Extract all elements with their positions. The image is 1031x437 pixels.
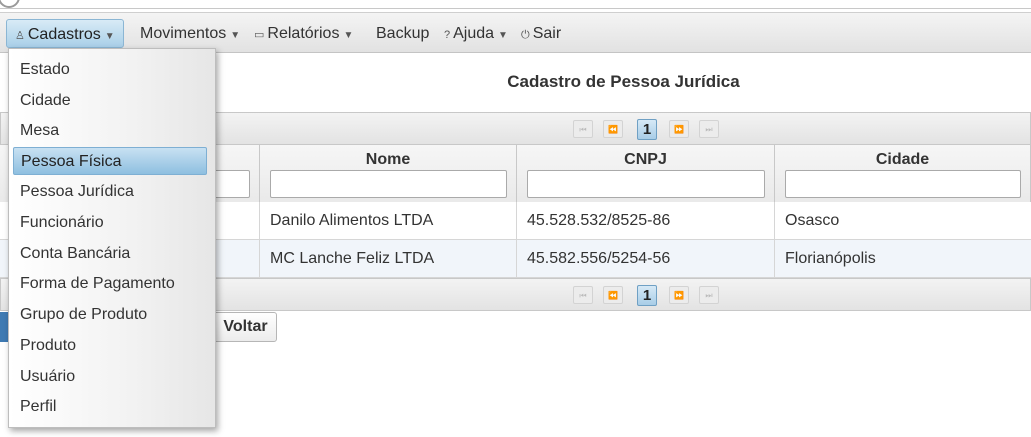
person-icon: ♙ [15, 30, 25, 42]
table-cell-nome: Danilo Alimentos LTDA [260, 202, 517, 239]
menu-item-pessoa-fisica[interactable]: Pessoa Física [13, 147, 207, 175]
menu-item-grupo-de-produto[interactable]: Grupo de Produto [13, 301, 207, 329]
caret-down-icon: ▼ [230, 30, 241, 41]
help-icon: ? [444, 29, 451, 41]
menu-cadastros[interactable]: ♙ Cadastros ▼ [6, 19, 124, 48]
menu-ajuda-label: Ajuda [453, 25, 495, 42]
power-icon: ⏻ [521, 29, 530, 41]
caret-down-icon: ▼ [343, 30, 354, 41]
caret-down-icon: ▼ [104, 31, 115, 42]
column-header-nome[interactable]: Nome [260, 145, 517, 205]
filter-input-nome[interactable] [270, 170, 507, 198]
menu-item-usuario[interactable]: Usuário [13, 363, 207, 391]
caret-down-icon: ▼ [498, 30, 508, 41]
menu-item-conta-bancaria[interactable]: Conta Bancária [13, 240, 207, 268]
filter-input-cnpj[interactable] [527, 170, 765, 198]
menu-item-estado[interactable]: Estado [13, 56, 207, 84]
menu-movimentos[interactable]: Movimentos ▼ [140, 21, 240, 46]
logo-fragment [0, 0, 20, 8]
first-page-button[interactable]: ⏮ [573, 286, 593, 304]
column-header-label: Cidade [875, 151, 930, 168]
menu-relatorios-label: Relatórios [267, 25, 340, 42]
table-cell-nome: MC Lanche Feliz LTDA [260, 240, 517, 277]
menu-item-perfil[interactable]: Perfil [13, 393, 207, 421]
table-cell-cnpj: 45.528.532/8525-86 [517, 202, 775, 239]
menu-backup-label: Backup [376, 25, 430, 42]
prev-page-button[interactable]: ⏪ [603, 286, 623, 304]
menu-item-produto[interactable]: Produto [13, 332, 207, 360]
menu-cadastros-label: Cadastros [27, 26, 101, 43]
page-title: Cadastro de Pessoa Jurídica [507, 72, 740, 91]
menu-item-cidade[interactable]: Cidade [13, 87, 207, 115]
table-cell-cidade: Florianópolis [785, 250, 876, 267]
table-cell-cidade: Osasco [785, 212, 840, 229]
next-page-button[interactable]: ⏩ [669, 286, 689, 304]
column-header-cidade[interactable]: Cidade [775, 145, 1031, 205]
column-header-cnpj[interactable]: CNPJ [517, 145, 775, 205]
prev-page-button[interactable]: ⏪ [603, 120, 623, 138]
filter-input-cidade[interactable] [785, 170, 1021, 198]
menu-sair[interactable]: ⏻ Sair [521, 21, 561, 46]
menu-item-forma-de-pagamento[interactable]: Forma de Pagamento [13, 270, 207, 298]
page-number-button[interactable]: 1 [637, 119, 657, 140]
column-header-label: CNPJ [624, 151, 667, 168]
column-header-label: Nome [365, 151, 411, 168]
cadastros-dropdown-menu: Estado Cidade Mesa Pessoa Física Pessoa … [8, 48, 216, 428]
window-top-strip [0, 0, 1031, 9]
table-cell-cnpj: 45.582.556/5254-56 [517, 240, 775, 277]
last-page-button[interactable]: ⏭ [699, 120, 719, 138]
next-page-button[interactable]: ⏩ [669, 120, 689, 138]
menu-ajuda[interactable]: ? Ajuda ▼ [444, 21, 508, 46]
menubar: ♙ Cadastros ▼ Movimentos ▼ ▭ Relatórios ▼ Bac… [0, 12, 1031, 53]
menu-relatorios[interactable]: ▭ Relatórios ▼ [254, 21, 353, 46]
menu-item-funcionario[interactable]: Funcionário [13, 209, 207, 237]
last-page-button[interactable]: ⏭ [699, 286, 719, 304]
menu-item-mesa[interactable]: Mesa [13, 117, 207, 145]
menu-sair-label: Sair [532, 25, 562, 42]
report-icon: ▭ [254, 29, 265, 41]
menu-backup[interactable]: Backup [376, 21, 429, 46]
menu-item-pessoa-juridica[interactable]: Pessoa Jurídica [13, 178, 207, 206]
page-number-button[interactable]: 1 [637, 285, 657, 306]
first-page-button[interactable]: ⏮ [573, 120, 593, 138]
menu-movimentos-label: Movimentos [140, 25, 227, 42]
